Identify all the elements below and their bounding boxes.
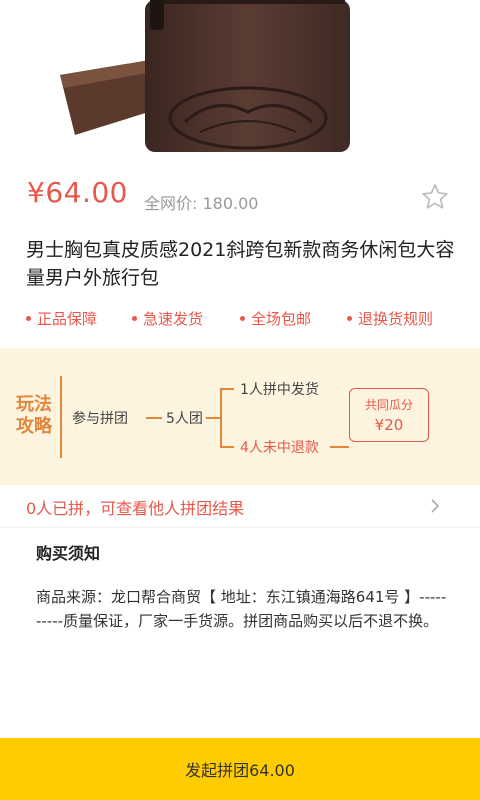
service-label: 急速发货 <box>143 310 204 328</box>
service-label: 退换货规则 <box>358 310 434 328</box>
dot-icon <box>132 316 137 321</box>
dot-icon <box>240 316 245 321</box>
service-label: 全场包邮 <box>251 310 312 328</box>
group-results-link[interactable]: 0人已拼，可查看他人拼团结果 <box>0 485 480 527</box>
step-join: 参与拼团 <box>72 411 128 427</box>
outcome-lose: 4人未中退款 <box>240 440 319 456</box>
price-row: ¥64.00 全网价: 180.00 <box>0 170 480 226</box>
service-tag: 急速发货 <box>132 308 203 329</box>
service-tag: 正品保障 <box>26 308 97 329</box>
connector-line <box>146 417 162 419</box>
share-box: 共同瓜分 ¥20 <box>349 388 429 442</box>
share-value: ¥20 <box>374 416 404 434</box>
group-status-text: 0人已拼，可查看他人拼团结果 <box>26 499 245 518</box>
bracket-line <box>220 388 222 448</box>
service-tag: 全场包邮 <box>240 308 311 329</box>
service-tag: 退换货规则 <box>347 308 433 329</box>
guide-divider <box>60 376 62 458</box>
connector-line <box>330 446 349 448</box>
service-tags: 正品保障 急速发货 全场包邮 退换货规则 <box>0 308 480 334</box>
play-guide: 玩法攻略 参与拼团 5人团 1人拼中发货 4人未中退款 共同瓜分 ¥20 <box>0 348 480 485</box>
notice-title: 购买须知 <box>36 544 101 563</box>
launch-group-button[interactable]: 发起拼团64.00 <box>0 738 480 800</box>
bracket-line <box>220 388 234 390</box>
sale-price: ¥64.00 <box>27 176 128 209</box>
notice-body: 商品来源：龙口帮合商贸【 地址：东江镇通海路641号 】----------质量… <box>36 588 447 630</box>
step-size: 5人团 <box>166 411 203 427</box>
market-price: 全网价: 180.00 <box>144 194 259 213</box>
connector-line <box>206 417 220 419</box>
product-image <box>0 0 480 160</box>
product-title: 男士胸包真皮质感2021斜跨包新款商务休闲包大容量男户外旅行包 <box>26 239 455 289</box>
outcome-win: 1人拼中发货 <box>240 382 319 398</box>
star-icon[interactable] <box>420 182 450 212</box>
guide-title: 玩法攻略 <box>16 394 52 437</box>
divider <box>0 527 480 528</box>
dot-icon <box>347 316 352 321</box>
service-label: 正品保障 <box>37 310 98 328</box>
bracket-line <box>220 446 234 448</box>
chevron-right-icon <box>428 497 442 515</box>
share-label: 共同瓜分 <box>364 398 413 412</box>
dot-icon <box>26 316 31 321</box>
